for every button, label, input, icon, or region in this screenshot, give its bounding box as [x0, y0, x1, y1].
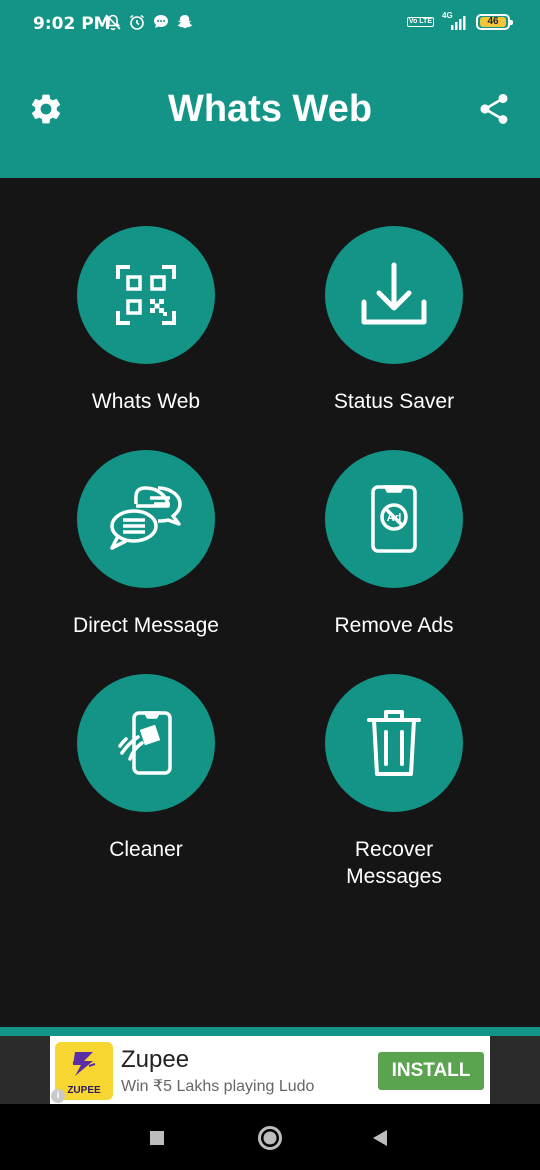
phone-no-ads-icon: Ad: [371, 485, 417, 553]
tile-circle: [77, 450, 215, 588]
recents-button[interactable]: [149, 1130, 165, 1151]
tile-remove-ads[interactable]: Ad Remove Ads: [274, 450, 514, 639]
tile-recover-messages[interactable]: Recover Messages: [274, 674, 514, 890]
tile-label: Remove Ads: [334, 614, 454, 637]
app-title: Whats Web: [167, 88, 373, 130]
system-nav-bar: [0, 1104, 540, 1170]
tile-whats-web[interactable]: Whats Web: [26, 226, 266, 415]
system-status: Vo LTE 4G 46: [406, 12, 513, 31]
share-icon: [480, 93, 508, 124]
status-time: 9:02 PM: [33, 14, 111, 34]
battery-icon: 46: [476, 14, 513, 30]
ad-info-icon[interactable]: i: [51, 1089, 65, 1103]
svg-text:Ad: Ad: [387, 512, 402, 524]
ad-tagline: Win ₹5 Lakhs playing Ludo: [121, 1078, 315, 1095]
back-button[interactable]: [371, 1129, 389, 1152]
qr-scan-icon: [116, 265, 176, 325]
tile-label: Cleaner: [109, 838, 183, 861]
ad-divider: [0, 1027, 540, 1036]
zupee-logo-icon: [72, 1052, 96, 1076]
square-icon: [150, 1131, 164, 1145]
notification-icons: [104, 13, 194, 31]
tile-label: Whats Web: [91, 390, 201, 413]
home-circle-icon: [258, 1126, 282, 1150]
tile-circle: [325, 226, 463, 364]
app-bar: Whats Web: [0, 48, 540, 178]
tile-direct-message[interactable]: Direct Message: [26, 450, 266, 639]
chat-bubbles-icon: [110, 486, 182, 550]
download-icon: [361, 262, 427, 325]
tile-label: Recover Messages: [346, 838, 442, 888]
signal-icon: 4G: [442, 12, 468, 31]
trash-icon: [367, 710, 421, 776]
tile-circle: [77, 226, 215, 364]
tile-status-saver[interactable]: Status Saver: [274, 226, 514, 415]
status-bar: 9:02 PM Vo LTE 4G 46: [0, 0, 540, 48]
back-triangle-icon: [373, 1130, 387, 1146]
ad-brand: Zupee: [121, 1046, 190, 1073]
tile-circle: [325, 674, 463, 812]
share-button[interactable]: [476, 91, 512, 127]
tile-label: Status Saver: [333, 390, 455, 413]
tile-circle: [77, 674, 215, 812]
tile-label: Direct Message: [73, 614, 219, 637]
tile-cleaner[interactable]: Cleaner: [26, 674, 266, 863]
install-button[interactable]: INSTALL: [378, 1052, 484, 1090]
bell-off-icon: [104, 13, 122, 31]
home-button[interactable]: [257, 1125, 283, 1156]
battery-level: 46: [480, 17, 506, 27]
volte-indicator: Vo LTE: [406, 17, 434, 27]
phone-clean-icon: [118, 711, 172, 775]
alarm-icon: [128, 13, 146, 31]
chat-icon: [152, 13, 170, 31]
snapchat-icon: [176, 13, 194, 31]
feature-grid: Whats Web Status Saver Direct Message Ad…: [0, 178, 540, 1028]
tile-circle: Ad: [325, 450, 463, 588]
ad-banner[interactable]: ZUPEE i Zupee Win ₹5 Lakhs playing Ludo …: [50, 1036, 490, 1104]
ad-banner-container: ZUPEE i Zupee Win ₹5 Lakhs playing Ludo …: [0, 1036, 540, 1104]
